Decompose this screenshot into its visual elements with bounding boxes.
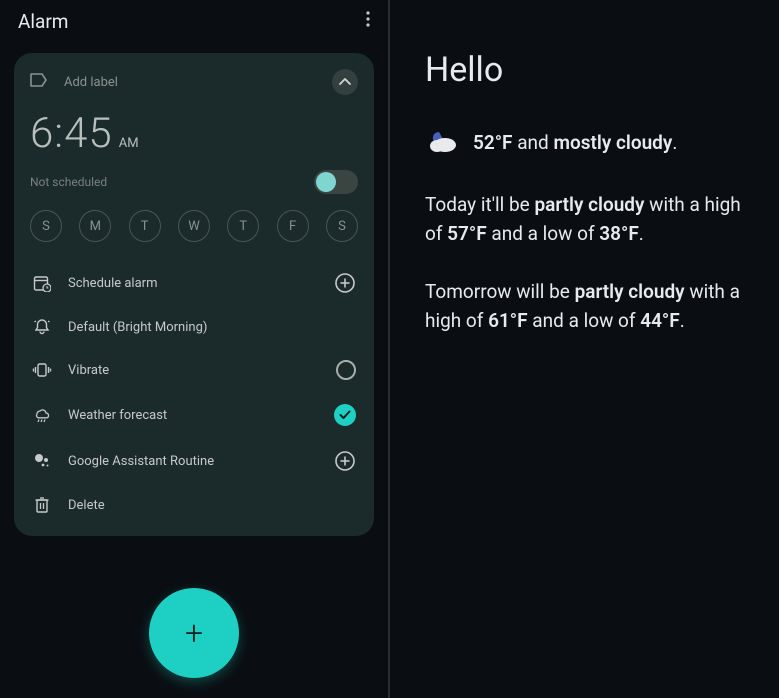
delete-label: Delete bbox=[68, 498, 105, 513]
calendar-icon bbox=[32, 274, 52, 292]
status-row: Not scheduled bbox=[30, 170, 358, 194]
assistant-icon bbox=[32, 452, 52, 470]
alarm-ampm: AM bbox=[119, 136, 139, 151]
add-icon bbox=[334, 272, 356, 294]
day-tue[interactable]: T bbox=[129, 210, 161, 242]
add-alarm-fab[interactable]: + bbox=[149, 588, 239, 678]
assistant-routine-label: Google Assistant Routine bbox=[68, 454, 214, 469]
alarm-header: Alarm bbox=[0, 0, 388, 45]
delete-row[interactable]: Delete bbox=[30, 484, 358, 526]
weather-pane: Hello 52°F and mostly cloudy. Today it'l… bbox=[388, 0, 779, 698]
greeting: Hello bbox=[425, 50, 749, 90]
schedule-status: Not scheduled bbox=[30, 175, 107, 189]
today-forecast: Today it'll be partly cloudy with a high… bbox=[425, 190, 749, 249]
schedule-alarm-row[interactable]: Schedule alarm bbox=[30, 260, 358, 306]
bell-icon bbox=[32, 318, 52, 336]
more-options-button[interactable] bbox=[366, 11, 370, 32]
alarm-sound-row[interactable]: Default (Bright Morning) bbox=[30, 306, 358, 348]
night-cloudy-icon bbox=[425, 128, 459, 156]
trash-icon bbox=[32, 496, 52, 514]
alarm-pane: Alarm Add label 6:45 AM Not scheduled bbox=[0, 0, 388, 698]
days-row: S M T W T F S bbox=[30, 210, 358, 242]
weather-forecast-row[interactable]: Weather forecast bbox=[30, 392, 358, 438]
alarm-card: Add label 6:45 AM Not scheduled S M T W … bbox=[14, 53, 374, 536]
label-icon bbox=[30, 72, 50, 92]
day-sat[interactable]: S bbox=[326, 210, 358, 242]
weather-forecast-label: Weather forecast bbox=[68, 408, 167, 423]
day-thu[interactable]: T bbox=[227, 210, 259, 242]
alarm-time: 6:45 bbox=[30, 109, 113, 158]
page-title: Alarm bbox=[18, 10, 68, 33]
check-on-icon bbox=[334, 404, 356, 426]
day-sun[interactable]: S bbox=[30, 210, 62, 242]
day-mon[interactable]: M bbox=[79, 210, 111, 242]
chevron-up-icon bbox=[339, 78, 351, 86]
label-text: Add label bbox=[64, 75, 118, 90]
add-icon bbox=[334, 450, 356, 472]
assistant-routine-row[interactable]: Google Assistant Routine bbox=[30, 438, 358, 484]
radio-unchecked-icon bbox=[336, 360, 356, 380]
alarm-time-button[interactable]: 6:45 AM bbox=[30, 109, 358, 158]
vibrate-label: Vibrate bbox=[68, 363, 109, 378]
weather-icon bbox=[32, 406, 52, 424]
vibrate-icon bbox=[32, 362, 52, 378]
day-fri[interactable]: F bbox=[277, 210, 309, 242]
vibrate-row[interactable]: Vibrate bbox=[30, 348, 358, 392]
label-row: Add label bbox=[30, 69, 358, 95]
alarm-sound-label: Default (Bright Morning) bbox=[68, 320, 207, 335]
schedule-alarm-label: Schedule alarm bbox=[68, 276, 157, 291]
current-weather-text: 52°F and mostly cloudy. bbox=[473, 131, 677, 154]
tomorrow-forecast: Tomorrow will be partly cloudy with a hi… bbox=[425, 277, 749, 336]
alarm-toggle[interactable] bbox=[314, 170, 358, 194]
day-wed[interactable]: W bbox=[178, 210, 210, 242]
collapse-button[interactable] bbox=[332, 69, 358, 95]
plus-icon: + bbox=[185, 614, 203, 652]
toggle-thumb bbox=[316, 172, 336, 192]
add-label-button[interactable]: Add label bbox=[30, 72, 118, 92]
current-weather: 52°F and mostly cloudy. bbox=[425, 128, 749, 156]
